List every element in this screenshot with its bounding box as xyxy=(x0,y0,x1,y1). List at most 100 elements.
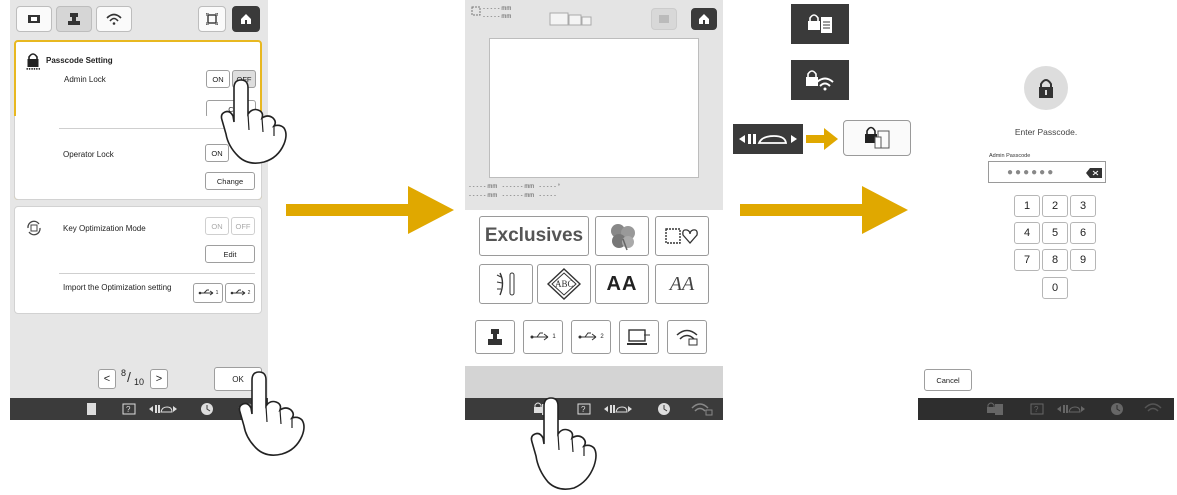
help-icon[interactable]: ? xyxy=(122,402,136,416)
exclusives-label: Exclusives xyxy=(484,225,584,246)
svg-text:?: ? xyxy=(1034,405,1039,414)
needle-presser-icon xyxy=(738,131,798,147)
key-optimization-icon xyxy=(25,219,43,237)
page-next-button[interactable]: > xyxy=(150,369,168,389)
vine-icon xyxy=(491,269,521,299)
wifi-icon xyxy=(675,328,699,346)
usb-port-number: 2 xyxy=(247,290,251,296)
document-icon[interactable] xyxy=(84,402,98,416)
key-0[interactable]: 0 xyxy=(1042,277,1068,299)
admin-lock-label: Admin Lock xyxy=(64,75,106,84)
small-flow-arrow xyxy=(806,128,838,150)
needle-presser-icon[interactable] xyxy=(148,402,178,416)
pointing-hand-icon xyxy=(530,397,597,490)
pointing-hand-icon xyxy=(238,371,305,456)
key-opt-off-button[interactable]: OFF xyxy=(231,217,255,235)
machine-memory-tile[interactable] xyxy=(475,320,515,354)
size-icon xyxy=(471,6,481,16)
passcode-field[interactable]: ●●●●●● xyxy=(988,161,1106,183)
key-4[interactable]: 4 xyxy=(1014,222,1040,244)
settings-screen: ●●●●●● Passcode Setting Admin Lock ON OF… xyxy=(10,0,268,420)
monogram-tile[interactable]: ABC xyxy=(537,264,591,304)
width-readout: - - - - - mm xyxy=(483,6,512,12)
computer-tile[interactable] xyxy=(619,320,659,354)
preview-area: - - - - - mm - - - - - mm - - - - - mm -… xyxy=(465,0,723,210)
divider xyxy=(59,273,255,274)
admin-passcode-label: Admin Passcode xyxy=(989,153,1031,159)
usb-icon xyxy=(230,288,248,298)
key-optimization-card: Key Optimization Mode ON OFF Edit Import… xyxy=(14,206,262,314)
home-button[interactable] xyxy=(232,6,260,32)
home-button[interactable] xyxy=(691,8,717,30)
wifi-status-icon[interactable] xyxy=(691,402,713,416)
monogram-letters: ABC xyxy=(555,279,574,289)
wifi-icon xyxy=(106,13,122,25)
cancel-button[interactable]: Cancel xyxy=(924,369,972,391)
passcode-mask: ●●●●●● xyxy=(1007,167,1056,178)
lock-wifi-icon xyxy=(805,69,835,91)
key-1[interactable]: 1 xyxy=(1014,195,1040,217)
clover-icon xyxy=(607,221,637,251)
lock-document-button[interactable] xyxy=(843,120,911,156)
key-2[interactable]: 2 xyxy=(1042,195,1068,217)
computer-icon xyxy=(627,328,651,346)
tab-machine-settings[interactable] xyxy=(16,6,52,32)
clock-icon xyxy=(1110,402,1124,416)
key-3[interactable]: 3 xyxy=(1070,195,1096,217)
page-prev-button[interactable]: < xyxy=(98,369,116,389)
wifi-status-icon xyxy=(1144,402,1166,416)
alphabet-tile[interactable]: AA xyxy=(595,264,649,304)
usb-port-number: 1 xyxy=(215,290,219,296)
key-optimization-title: Key Optimization Mode xyxy=(63,224,146,233)
key-opt-edit-button[interactable]: Edit xyxy=(205,245,255,263)
frame-check-button[interactable] xyxy=(198,6,226,32)
lock-badge xyxy=(1024,66,1068,110)
usb-port-number: 1 xyxy=(552,334,556,340)
preview-button[interactable] xyxy=(651,8,677,30)
clock-icon[interactable] xyxy=(657,402,671,416)
usb-icon xyxy=(530,331,552,343)
embroidery-canvas[interactable] xyxy=(489,38,699,178)
key-7[interactable]: 7 xyxy=(1014,249,1040,271)
usb1-tile[interactable]: 1 xyxy=(523,320,563,354)
embroidery-home-screen: - - - - - mm - - - - - mm - - - - - mm -… xyxy=(465,0,723,420)
frame-icon xyxy=(206,13,218,25)
lock-document-icon xyxy=(863,125,891,151)
key-opt-on-button[interactable]: ON xyxy=(205,217,229,235)
lock-document-icon xyxy=(986,402,1004,416)
settings-topbar xyxy=(10,0,268,36)
lock-document-legend xyxy=(791,4,849,44)
key-9[interactable]: 9 xyxy=(1070,249,1096,271)
decorative-pattern-tile[interactable] xyxy=(479,264,533,304)
flow-arrow xyxy=(286,186,454,234)
usb1-import-button[interactable]: 1 xyxy=(193,283,223,303)
hoop-size-icon xyxy=(549,12,593,26)
needle-presser-icon xyxy=(1056,402,1086,416)
script-alphabet-tile[interactable]: AA xyxy=(655,264,709,304)
key-6[interactable]: 6 xyxy=(1070,222,1096,244)
frame-heart-icon xyxy=(664,226,700,246)
key-8[interactable]: 8 xyxy=(1042,249,1068,271)
pointing-hand-icon xyxy=(220,79,287,164)
import-optimization-label: Import the Optimization setting xyxy=(63,283,172,292)
floral-pattern-tile[interactable] xyxy=(595,216,649,256)
exclusives-tile[interactable]: Exclusives xyxy=(479,216,589,256)
script-label: AA xyxy=(669,272,695,295)
wireless-transfer-tile[interactable] xyxy=(667,320,707,354)
usb2-tile[interactable]: 2 xyxy=(571,320,611,354)
operator-change-button[interactable]: Change xyxy=(205,172,255,190)
page-slash: / xyxy=(127,369,131,385)
operator-lock-label: Operator Lock xyxy=(63,150,114,159)
backspace-icon[interactable] xyxy=(1085,167,1103,179)
key-5[interactable]: 5 xyxy=(1042,222,1068,244)
tab-wireless-settings[interactable] xyxy=(96,6,132,32)
lock-icon xyxy=(1037,77,1055,99)
frame-pattern-tile[interactable] xyxy=(655,216,709,256)
home-icon xyxy=(240,13,252,25)
enter-passcode-prompt: Enter Passcode. xyxy=(1014,127,1078,137)
tab-embroidery-settings[interactable] xyxy=(56,6,92,32)
usb2-import-button[interactable]: 2 xyxy=(225,283,255,303)
help-icon: ? xyxy=(1030,402,1044,416)
usb-icon xyxy=(198,288,216,298)
clock-icon[interactable] xyxy=(200,402,214,416)
